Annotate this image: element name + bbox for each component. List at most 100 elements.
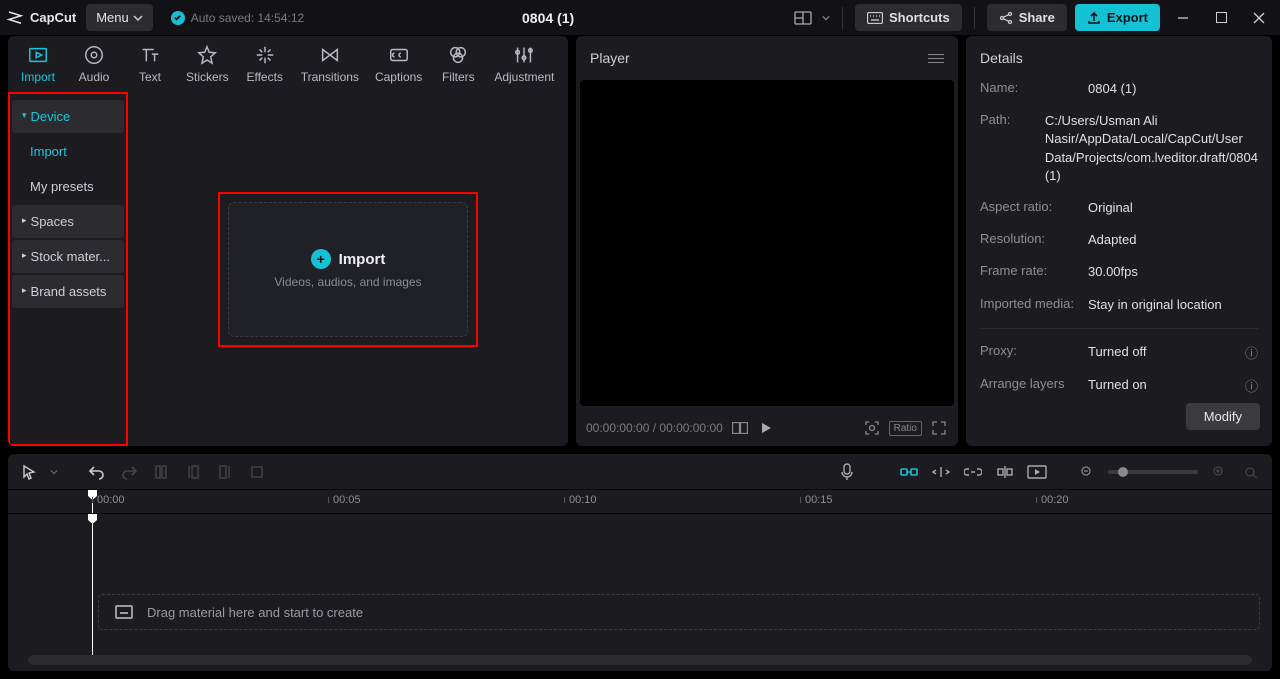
magnet-icon[interactable] <box>898 461 920 483</box>
detail-arrange: Arrange layersTurned onⓘ <box>980 376 1258 395</box>
ruler-mark: 00:00 <box>92 494 125 506</box>
tab-audio[interactable]: Audio <box>66 42 122 92</box>
timeline-toolbar <box>8 454 1272 490</box>
caret-right-icon: ▸ <box>22 250 27 261</box>
tab-text[interactable]: Text <box>122 42 178 92</box>
info-icon[interactable]: ⓘ <box>1245 343 1258 362</box>
sidebar-item-label: Import <box>30 144 67 159</box>
menu-label: Menu <box>96 10 129 25</box>
auto-cut-icon[interactable] <box>930 461 952 483</box>
timeline-ruler[interactable]: 00:00 00:05 00:10 00:15 00:20 <box>8 490 1272 514</box>
split-icon[interactable] <box>150 461 172 483</box>
sidebar-item-device[interactable]: ▾Device <box>12 100 124 133</box>
tab-transitions[interactable]: Transitions <box>293 42 367 92</box>
import-title: Import <box>339 251 386 268</box>
shortcuts-button[interactable]: Shortcuts <box>855 4 962 31</box>
sidebar-item-presets[interactable]: My presets <box>12 170 124 203</box>
detail-fps: Frame rate:30.00fps <box>980 263 1258 281</box>
capcut-logo-icon <box>6 9 24 27</box>
info-icon[interactable]: ⓘ <box>1245 376 1258 395</box>
ruler-mark: 00:10 <box>564 494 597 506</box>
import-dropzone-highlight: + Import Videos, audios, and images <box>218 192 478 347</box>
ruler-mark: 00:15 <box>800 494 833 506</box>
share-button[interactable]: Share <box>987 4 1067 31</box>
transition-icon <box>319 44 341 66</box>
sidebar-item-label: Spaces <box>31 214 74 229</box>
tab-label: Text <box>139 70 161 84</box>
crop-icon[interactable] <box>246 461 268 483</box>
import-stage: + Import Videos, audios, and images <box>128 92 568 446</box>
player-title: Player <box>590 50 630 66</box>
window-close[interactable] <box>1244 3 1274 33</box>
tab-stickers[interactable]: Stickers <box>178 42 237 92</box>
timeline-tracks[interactable]: Drag material here and start to create <box>8 514 1272 655</box>
player-controls: 00:00:00:00 / 00:00:00:00 Ratio <box>576 410 958 446</box>
undo-icon[interactable] <box>86 461 108 483</box>
export-button[interactable]: Export <box>1075 4 1160 31</box>
autosave-text: Auto saved: 14:54:12 <box>191 11 304 25</box>
sparkle-icon <box>254 44 276 66</box>
fit-icon[interactable] <box>1240 461 1262 483</box>
window-minimize[interactable] <box>1168 3 1198 33</box>
sidebar-item-brand[interactable]: ▸Brand assets <box>12 275 124 308</box>
titlebar-right: Shortcuts Share Export <box>792 3 1274 33</box>
tab-label: Transitions <box>301 70 359 84</box>
track-drop-hint[interactable]: Drag material here and start to create <box>98 594 1260 630</box>
sidebar-item-import[interactable]: Import <box>12 135 124 168</box>
fullscreen-icon[interactable] <box>930 419 948 437</box>
ratio-button[interactable]: Ratio <box>889 421 922 436</box>
redo-icon[interactable] <box>118 461 140 483</box>
text-icon <box>139 44 161 66</box>
zoom-slider[interactable] <box>1108 470 1198 474</box>
sidebar-item-label: My presets <box>30 179 94 194</box>
sidebar-item-spaces[interactable]: ▸ Spaces <box>12 205 124 238</box>
modify-button[interactable]: Modify <box>1186 403 1260 430</box>
chevron-down-icon[interactable] <box>50 468 58 476</box>
align-icon[interactable] <box>994 461 1016 483</box>
play-button[interactable] <box>757 419 775 437</box>
ruler-mark: 00:05 <box>328 494 361 506</box>
playhead-line[interactable] <box>92 514 93 655</box>
tab-captions[interactable]: Captions <box>367 42 430 92</box>
layout-icon[interactable] <box>792 7 814 29</box>
tab-import[interactable]: Import <box>10 42 66 92</box>
scrollbar-thumb[interactable] <box>28 655 1252 665</box>
film-icon <box>27 44 49 66</box>
document-title: 0804 (1) <box>304 10 792 26</box>
zoom-in-icon[interactable] <box>1208 461 1230 483</box>
chevron-down-icon[interactable] <box>822 14 830 22</box>
import-subtitle: Videos, audios, and images <box>274 275 421 289</box>
preview-icon[interactable] <box>1026 461 1048 483</box>
sidebar-item-stock[interactable]: ▸ Stock mater... <box>12 240 124 273</box>
trim-right-icon[interactable] <box>214 461 236 483</box>
focus-icon[interactable] <box>863 419 881 437</box>
compare-icon[interactable] <box>731 419 749 437</box>
mic-icon[interactable] <box>836 461 858 483</box>
pointer-tool-icon[interactable] <box>18 461 40 483</box>
media-panel: Import Audio Text Stickers Effects <box>8 36 568 446</box>
import-dropzone[interactable]: + Import Videos, audios, and images <box>228 202 468 337</box>
player-menu-icon[interactable] <box>928 54 944 63</box>
tab-filters[interactable]: Filters <box>430 42 486 92</box>
detail-imported: Imported media:Stay in original location <box>980 296 1258 314</box>
detail-resolution: Resolution:Adapted <box>980 231 1258 249</box>
top-tabs: Import Audio Text Stickers Effects <box>8 36 568 92</box>
trim-left-icon[interactable] <box>182 461 204 483</box>
tab-adjustment[interactable]: Adjustment <box>486 42 562 92</box>
filters-icon <box>447 44 469 66</box>
tab-effects[interactable]: Effects <box>237 42 293 92</box>
menu-button[interactable]: Menu <box>86 4 153 31</box>
slider-thumb[interactable] <box>1118 467 1128 477</box>
player-viewport[interactable] <box>580 80 954 406</box>
media-sidebar: ▾Device Import My presets ▸ Spaces ▸ Stock… <box>8 92 128 446</box>
timecode: 00:00:00:00 / 00:00:00:00 <box>586 421 723 435</box>
timeline-scrollbar[interactable] <box>28 655 1252 665</box>
caret-right-icon: ▸ <box>22 215 27 226</box>
link-icon[interactable] <box>962 461 984 483</box>
zoom-out-icon[interactable] <box>1076 461 1098 483</box>
window-maximize[interactable] <box>1206 3 1236 33</box>
plus-icon: + <box>311 249 331 269</box>
detail-proxy: Proxy:Turned offⓘ <box>980 343 1258 362</box>
tab-label: Stickers <box>186 70 229 84</box>
sidebar-item-label: Stock mater... <box>31 249 110 264</box>
